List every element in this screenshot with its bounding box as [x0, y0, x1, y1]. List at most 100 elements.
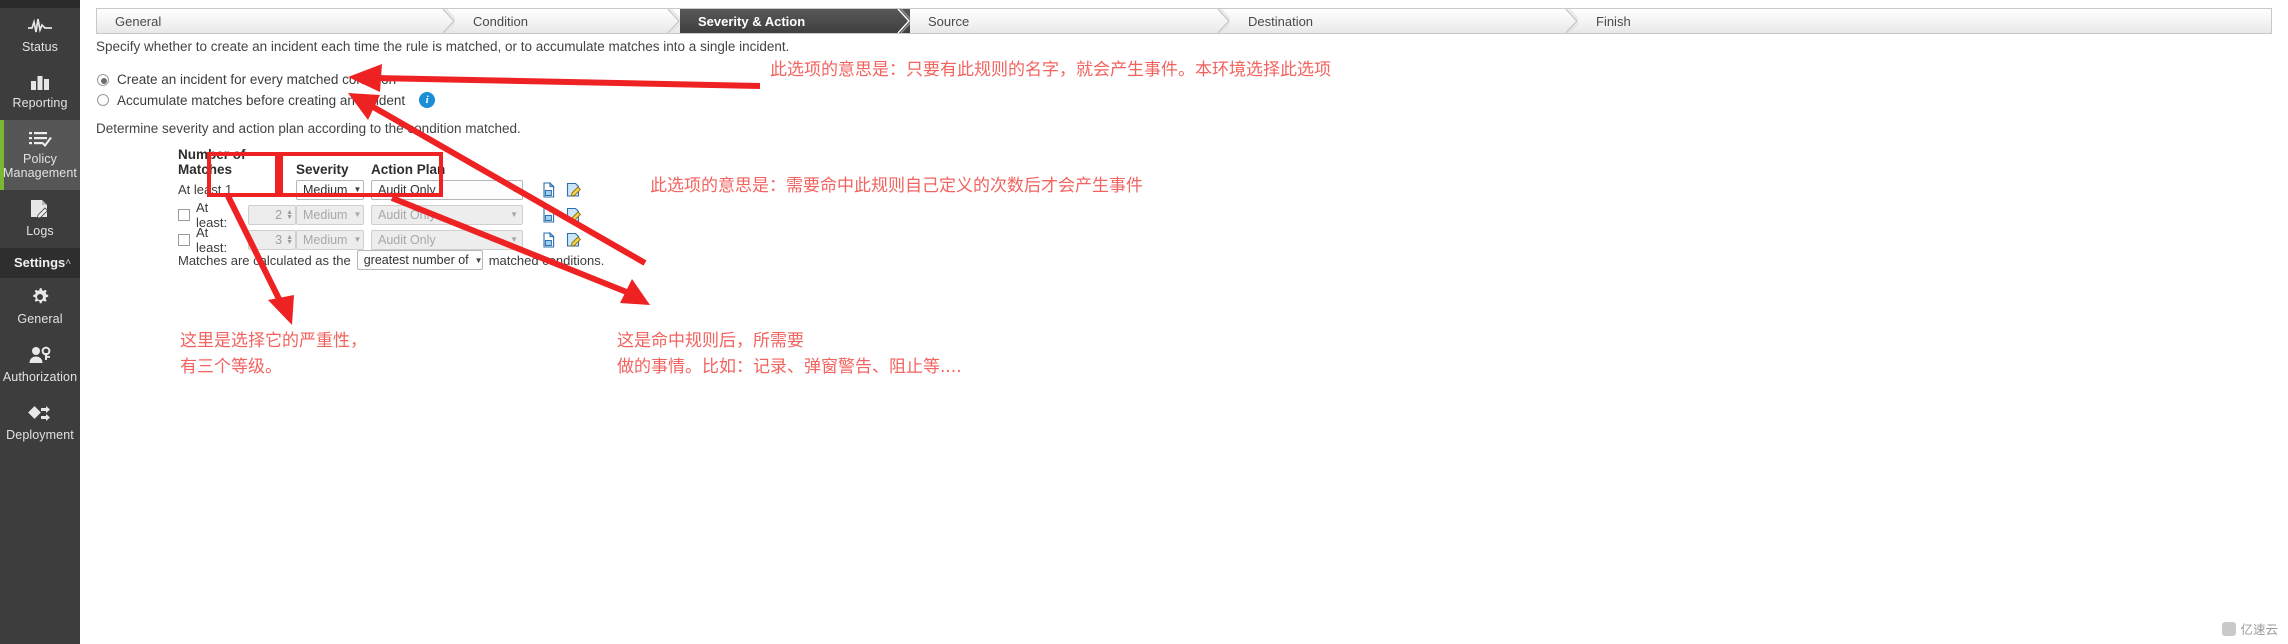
sidebar-item-reporting[interactable]: Reporting	[0, 64, 80, 120]
match-count-value: 3	[275, 232, 283, 247]
chevron-down-icon: ▼	[510, 210, 518, 219]
wizard-step-severity-action[interactable]: Severity & Action	[680, 9, 911, 33]
action-plan-select[interactable]: Audit Only ▼	[371, 179, 523, 200]
wizard-step-label: Condition	[473, 13, 528, 29]
chevron-separator-icon	[1217, 9, 1231, 33]
radio-accumulate-matches[interactable]	[97, 94, 109, 106]
option-label: Accumulate matches before creating an in…	[117, 92, 406, 108]
severity-cell: Medium ▼	[296, 179, 371, 200]
severity-value: Medium	[303, 232, 348, 247]
watermark: 亿速云	[2222, 619, 2278, 638]
column-header-action-plan: Action Plan	[371, 162, 446, 177]
match-count-stepper[interactable]: 2 ▲ ▼	[248, 204, 296, 225]
action-plan-value: Audit Only	[378, 182, 436, 197]
severity-value: Medium	[303, 207, 348, 222]
table-header-row: Number of Matches Severity Action Plan	[178, 147, 582, 177]
calc-method-select[interactable]: greatest number of ▼	[356, 250, 483, 270]
wizard-step-label: Severity & Action	[698, 13, 806, 29]
option-create-incident-row[interactable]: Create an incident for every matched con…	[97, 72, 396, 87]
annotation-note-top: 此选项的意思是：只要有此规则的名字，就会产生事件。本环境选择此选项	[770, 60, 1331, 80]
row-actions	[531, 181, 582, 198]
chevron-separator-icon	[897, 9, 911, 33]
deployment-icon	[28, 403, 52, 423]
severity-select[interactable]: Medium ▼	[296, 179, 364, 200]
calc-suffix-label: matched conditions.	[488, 252, 605, 268]
option-accumulate-matches-row[interactable]: Accumulate matches before creating an in…	[97, 92, 436, 108]
row-actions	[531, 206, 582, 223]
sidebar-item-label: Reporting	[12, 96, 68, 110]
wizard-step-finish[interactable]: Finish	[1578, 9, 2271, 33]
checklist-icon	[28, 129, 52, 148]
sidebar-item-general[interactable]: General	[0, 278, 80, 336]
chevron-down-icon: ▼	[353, 235, 362, 244]
copy-icon[interactable]	[541, 231, 557, 248]
wizard-step-label: Source	[928, 13, 970, 29]
intro-text: Specify whether to create an incident ea…	[96, 39, 790, 54]
main-content: General Condition Severity & Action Sour…	[80, 0, 2288, 644]
calc-prefix-label: Matches are calculated as the	[178, 252, 351, 268]
annotation-note-severity-line2: 有三个等级。	[180, 357, 282, 377]
wizard-breadcrumb: General Condition Severity & Action Sour…	[96, 8, 2272, 34]
sidebar-section-settings[interactable]: Settings ˄	[0, 248, 80, 278]
calc-method-value: greatest number of	[363, 253, 469, 267]
sidebar-item-label: General	[17, 312, 63, 326]
wizard-step-destination[interactable]: Destination	[1230, 9, 1579, 33]
wizard-step-label: General	[115, 13, 162, 29]
match-count-stepper[interactable]: 3 ▲ ▼	[248, 229, 296, 250]
chevron-separator-icon	[1565, 9, 1579, 33]
severity-select[interactable]: Medium ▼	[296, 204, 364, 225]
sidebar-section-label: Settings	[14, 255, 66, 270]
match-cell: At least 1	[178, 182, 296, 197]
gear-icon	[30, 287, 50, 307]
column-header-severity: Severity	[296, 162, 349, 177]
watermark-text: 亿速云	[2240, 623, 2278, 637]
chevron-separator-icon	[667, 9, 681, 33]
stepper-arrows-icon[interactable]: ▲ ▼	[286, 234, 293, 246]
wizard-step-label: Destination	[1248, 13, 1314, 29]
action-plan-select[interactable]: Audit Only ▼	[371, 204, 523, 225]
sidebar-item-label: Deployment	[6, 428, 74, 442]
copy-icon[interactable]	[541, 181, 557, 198]
bar-chart-icon	[29, 73, 51, 91]
row-actions	[531, 231, 582, 248]
sidebar-item-label: Authorization	[2, 370, 78, 384]
severity-select[interactable]: Medium ▼	[296, 229, 364, 250]
action-plan-cell: Audit Only ▼	[371, 204, 531, 225]
sidebar-item-logs[interactable]: Logs	[0, 190, 80, 248]
edit-icon[interactable]	[566, 182, 582, 198]
severity-value: Medium	[303, 182, 348, 197]
radio-create-incident[interactable]	[97, 73, 109, 86]
annotation-note-action-line2: 做的事情。比如：记录、弹窗警告、阻止等....	[617, 357, 962, 377]
chevron-down-icon: ▼	[353, 185, 362, 194]
wizard-step-condition[interactable]: Condition	[455, 9, 681, 33]
edit-icon[interactable]	[566, 232, 582, 248]
action-plan-select[interactable]: Audit Only ▼	[371, 229, 523, 250]
sidebar-item-authorization[interactable]: Authorization	[0, 336, 80, 394]
pulse-icon	[27, 17, 53, 35]
info-icon[interactable]: i	[419, 92, 436, 108]
column-header-number-of-matches: Number of Matches	[178, 147, 246, 177]
severity-cell: Medium ▼	[296, 204, 371, 225]
table-row: At least: 3 ▲ ▼ Medium ▼ Audit Only ▼	[178, 225, 582, 255]
edit-icon[interactable]	[566, 207, 582, 223]
stepper-arrows-icon[interactable]: ▲ ▼	[286, 209, 293, 221]
sidebar-item-deployment[interactable]: Deployment	[0, 394, 80, 452]
chevron-down-icon: ▼	[474, 255, 483, 265]
wizard-step-source[interactable]: Source	[910, 9, 1231, 33]
action-plan-value: Audit Only	[378, 207, 436, 222]
sidebar-item-status[interactable]: Status	[0, 8, 80, 64]
user-key-icon	[28, 345, 52, 365]
severity-action-table: Number of Matches Severity Action Plan A…	[178, 147, 582, 255]
row-enable-checkbox[interactable]	[178, 208, 190, 221]
row-enable-checkbox[interactable]	[178, 233, 190, 246]
action-plan-cell: Audit Only ▼	[371, 179, 531, 200]
severity-cell: Medium ▼	[296, 229, 371, 250]
chevron-separator-icon	[442, 9, 456, 33]
chevron-down-icon: ▼	[353, 210, 362, 219]
annotation-note-mid: 此选项的意思是：需要命中此规则自己定义的次数后才会产生事件	[650, 176, 1143, 196]
match-label: At least 1	[178, 182, 233, 197]
matches-calculation-row: Matches are calculated as the greatest n…	[178, 250, 604, 270]
wizard-step-general[interactable]: General	[97, 9, 456, 33]
sidebar-item-policy-management[interactable]: Policy Management	[0, 120, 80, 190]
copy-icon[interactable]	[541, 206, 557, 223]
